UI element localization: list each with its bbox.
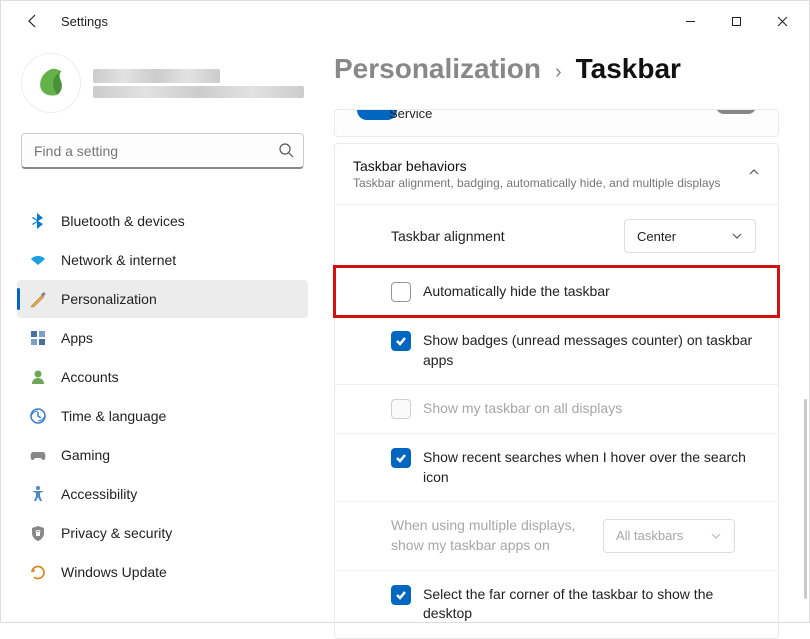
sidebar: Bluetooth & devices Network & internet P…	[1, 41, 316, 622]
farcorner-checkbox[interactable]	[391, 585, 411, 605]
multidisplay-select: All taskbars	[603, 519, 735, 553]
nav-item-label: Bluetooth & devices	[61, 213, 185, 229]
breadcrumb: Personalization › Taskbar	[334, 53, 779, 85]
multidisplay-label: When using multiple displays, show my ta…	[391, 516, 591, 555]
behaviors-title: Taskbar behaviors	[353, 158, 748, 174]
nav-item-update[interactable]: Windows Update	[17, 553, 308, 591]
nav-item-label: Time & language	[61, 408, 166, 424]
nav-item-accessibility[interactable]: Accessibility	[17, 475, 308, 513]
alldisplays-checkbox	[391, 399, 411, 419]
nav-item-label: Gaming	[61, 447, 110, 463]
alignment-label: Taskbar alignment	[357, 228, 624, 244]
nav-item-label: Network & internet	[61, 252, 176, 268]
alignment-row: Taskbar alignment Center	[335, 204, 778, 267]
nav-item-privacy[interactable]: Privacy & security	[17, 514, 308, 552]
autohide-label: Automatically hide the taskbar	[423, 282, 756, 302]
bluetooth-icon	[29, 212, 47, 230]
title-bar: Settings	[1, 1, 809, 41]
network-icon	[29, 251, 47, 269]
nav-item-bluetooth[interactable]: Bluetooth & devices	[17, 202, 308, 240]
privacy-icon	[29, 524, 47, 542]
nav-item-apps[interactable]: Apps	[17, 319, 308, 357]
nav-item-label: Privacy & security	[61, 525, 172, 541]
close-button[interactable]	[759, 5, 805, 37]
update-icon	[29, 563, 47, 581]
chevron-up-icon	[748, 165, 760, 183]
nav-list: Bluetooth & devices Network & internet P…	[17, 183, 308, 591]
chevron-down-icon	[731, 230, 743, 242]
recent-label: Show recent searches when I hover over t…	[423, 448, 756, 487]
time-icon	[29, 407, 47, 425]
alldisplays-row: Show my taskbar on all displays	[335, 384, 778, 433]
search-icon	[278, 142, 294, 158]
remnant-label: Service	[389, 109, 432, 121]
nav-item-personalization[interactable]: Personalization	[17, 280, 308, 318]
accessibility-icon	[29, 485, 47, 503]
alignment-value: Center	[637, 229, 676, 244]
autohide-row[interactable]: Automatically hide the taskbar	[335, 267, 778, 316]
search-input[interactable]	[21, 133, 304, 169]
accounts-icon	[29, 368, 47, 386]
chevron-right-icon: ›	[555, 61, 562, 84]
autohide-checkbox[interactable]	[391, 282, 411, 302]
nav-item-label: Personalization	[61, 291, 157, 307]
badges-row[interactable]: Show badges (unread messages counter) on…	[335, 316, 778, 384]
nav-item-gaming[interactable]: Gaming	[17, 436, 308, 474]
behaviors-expander-header[interactable]: Taskbar behaviors Taskbar alignment, bad…	[335, 144, 778, 204]
alldisplays-label: Show my taskbar on all displays	[423, 399, 756, 419]
nav-item-partial	[17, 183, 308, 201]
content-area: Personalization › Taskbar Service Taskba…	[316, 41, 809, 622]
minimize-button[interactable]	[667, 5, 713, 37]
behaviors-desc: Taskbar alignment, badging, automaticall…	[353, 176, 748, 190]
personalization-icon	[29, 290, 47, 308]
user-profile[interactable]	[17, 53, 308, 129]
multidisplay-value: All taskbars	[616, 528, 683, 543]
previous-section-tail[interactable]: Service	[334, 109, 779, 137]
chevron-down-icon	[710, 530, 722, 542]
nav-item-accounts[interactable]: Accounts	[17, 358, 308, 396]
apps-icon	[29, 329, 47, 347]
nav-item-network[interactable]: Network & internet	[17, 241, 308, 279]
nav-item-label: Windows Update	[61, 564, 167, 580]
back-button[interactable]	[17, 5, 49, 37]
breadcrumb-parent[interactable]: Personalization	[334, 53, 541, 85]
page-title: Taskbar	[576, 53, 681, 85]
recent-checkbox[interactable]	[391, 448, 411, 468]
gaming-icon	[29, 446, 47, 464]
nav-item-label: Accounts	[61, 369, 119, 385]
badges-label: Show badges (unread messages counter) on…	[423, 331, 756, 370]
multidisplay-row: When using multiple displays, show my ta…	[335, 501, 778, 569]
farcorner-row[interactable]: Select the far corner of the taskbar to …	[335, 570, 778, 638]
farcorner-label: Select the far corner of the taskbar to …	[423, 585, 756, 624]
alignment-select[interactable]: Center	[624, 219, 756, 253]
taskbar-behaviors-section: Taskbar behaviors Taskbar alignment, bad…	[334, 143, 779, 639]
scrollbar-thumb[interactable]	[804, 399, 807, 599]
user-info	[93, 66, 304, 101]
nav-item-label: Apps	[61, 330, 93, 346]
nav-item-time[interactable]: Time & language	[17, 397, 308, 435]
maximize-button[interactable]	[713, 5, 759, 37]
avatar	[21, 53, 81, 113]
window-title: Settings	[61, 14, 108, 29]
recent-row[interactable]: Show recent searches when I hover over t…	[335, 433, 778, 501]
badges-checkbox[interactable]	[391, 331, 411, 351]
search-box[interactable]	[21, 133, 304, 169]
nav-item-label: Accessibility	[61, 486, 137, 502]
remnant-chevron	[716, 109, 756, 114]
